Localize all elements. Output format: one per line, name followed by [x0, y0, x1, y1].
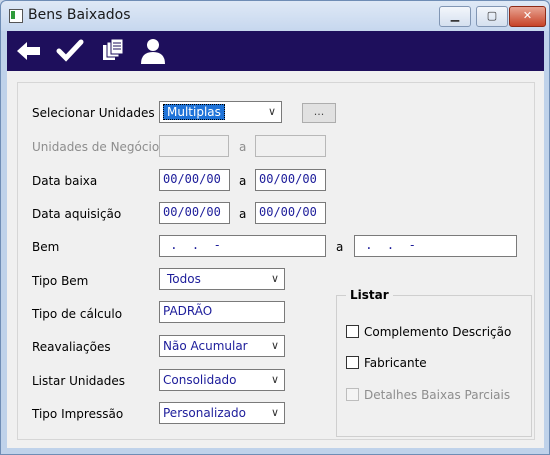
chevron-down-icon: ∨ [270, 272, 279, 285]
bem-label: Bem [32, 240, 60, 254]
title-bar: Bens Baixados ▁ ▢ ✕ [1, 1, 549, 31]
selecionar-unidades-select[interactable]: Multiplas ∨ [159, 101, 282, 123]
tipo-bem-select[interactable]: Todos ∨ [159, 268, 285, 290]
data-baixa-sep: a [239, 174, 247, 188]
reavaliacoes-label: Reavaliações [32, 340, 111, 354]
data-baixa-to[interactable]: 00/00/00 [255, 169, 326, 191]
unidades-negocio-to[interactable] [255, 135, 326, 157]
user-icon [141, 39, 165, 64]
tipo-calculo-field[interactable]: PADRÃO [159, 301, 285, 323]
fabricante-label: Fabricante [364, 356, 427, 370]
listar-unidades-value: Consolidado [163, 373, 237, 387]
unidades-negocio-from[interactable] [159, 135, 229, 157]
detalhes-checkbox[interactable] [346, 388, 359, 401]
selecionar-unidades-value: Multiplas [163, 104, 225, 120]
confirm-button[interactable] [55, 36, 85, 66]
maximize-icon: ▢ [486, 9, 498, 22]
close-icon: ✕ [522, 9, 533, 22]
bem-to[interactable]: . . - [354, 235, 517, 257]
chevron-down-icon: ∨ [267, 105, 276, 118]
data-aquisicao-sep: a [239, 207, 247, 221]
bem-sep: a [336, 240, 344, 254]
data-aquisicao-to[interactable]: 00/00/00 [255, 202, 326, 224]
tipo-impressao-value: Personalizado [163, 406, 246, 420]
checkmark-icon [56, 39, 84, 62]
window-title: Bens Baixados [28, 7, 131, 23]
toolbar [7, 31, 544, 71]
data-baixa-label: Data baixa [32, 174, 98, 188]
unidades-negocio-label: Unidades de Negócio [32, 140, 160, 154]
bem-from[interactable]: . . - [159, 235, 326, 257]
form-area: Selecionar Unidades Multiplas ∨ ... Unid… [7, 71, 544, 448]
minimize-button[interactable]: ▁ [439, 6, 471, 27]
window: Bens Baixados ▁ ▢ ✕ Selecionar Unidades … [0, 0, 550, 455]
documents-icon [103, 38, 124, 60]
arrow-left-icon [17, 42, 40, 60]
data-aquisicao-from[interactable]: 00/00/00 [159, 202, 230, 224]
tipo-bem-label: Tipo Bem [32, 274, 89, 288]
copy-button[interactable] [97, 36, 127, 66]
data-aquisicao-label: Data aquisição [32, 207, 122, 221]
app-icon [9, 9, 23, 23]
selecionar-unidades-label: Selecionar Unidades [32, 106, 155, 120]
user-button[interactable] [138, 36, 168, 66]
maximize-button[interactable]: ▢ [476, 6, 508, 27]
listar-group-title: Listar [346, 288, 393, 302]
chevron-down-icon: ∨ [270, 406, 279, 419]
fabricante-checkbox[interactable] [346, 356, 359, 369]
browse-units-button[interactable]: ... [302, 103, 336, 123]
chevron-down-icon: ∨ [270, 373, 279, 386]
complemento-label: Complemento Descrição [364, 325, 512, 339]
tipo-impressao-select[interactable]: Personalizado ∨ [159, 402, 285, 424]
back-button[interactable] [13, 36, 43, 66]
chevron-down-icon: ∨ [270, 339, 279, 352]
reavaliacoes-select[interactable]: Não Acumular ∨ [159, 335, 285, 357]
data-baixa-from[interactable]: 00/00/00 [159, 169, 230, 191]
close-button[interactable]: ✕ [509, 6, 546, 27]
complemento-checkbox[interactable] [346, 325, 359, 338]
minimize-icon: ▁ [450, 9, 460, 22]
detalhes-label: Detalhes Baixas Parciais [364, 388, 511, 402]
reavaliacoes-value: Não Acumular [163, 339, 248, 353]
form-panel: Selecionar Unidades Multiplas ∨ ... Unid… [17, 82, 535, 440]
tipo-bem-value: Todos [167, 272, 201, 286]
listar-unidades-select[interactable]: Consolidado ∨ [159, 369, 285, 391]
listar-unidades-label: Listar Unidades [32, 374, 126, 388]
tipo-calculo-label: Tipo de cálculo [32, 307, 123, 321]
unidades-negocio-sep: a [239, 140, 247, 154]
tipo-impressao-label: Tipo Impressão [32, 407, 124, 421]
